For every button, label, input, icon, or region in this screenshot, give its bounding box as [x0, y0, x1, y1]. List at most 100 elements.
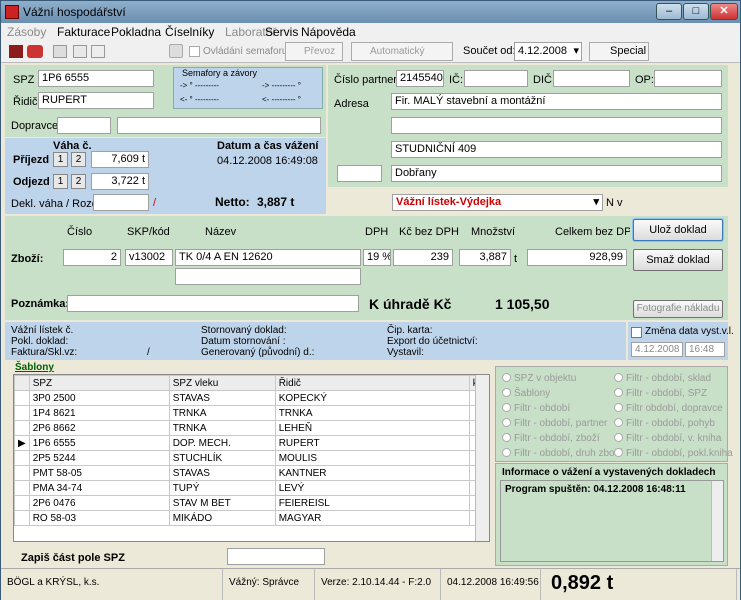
filter-option[interactable]: Šablony: [502, 388, 550, 399]
op-label: OP:: [635, 74, 654, 86]
goods-kc-input[interactable]: 239: [393, 249, 453, 266]
dic-label: DIČ:: [533, 74, 555, 86]
spz-input[interactable]: 1P6 6555: [38, 70, 154, 87]
dekl-input[interactable]: [93, 194, 149, 211]
dopravce-code-input[interactable]: [57, 117, 111, 134]
prijezd-scale1-button[interactable]: 1: [53, 152, 68, 167]
prijezd-weight[interactable]: 7,609 t: [91, 151, 149, 168]
minimize-button[interactable]: –: [656, 3, 682, 20]
semafor-checkbox[interactable]: [189, 46, 200, 57]
automaticky-provoz-button[interactable]: Automatický provoz: [351, 42, 453, 74]
table-row[interactable]: PMA 34-74 TUPÝ LEVÝ: [14, 480, 482, 496]
dic-input[interactable]: [553, 70, 630, 87]
goods-nazev2-input[interactable]: [175, 268, 361, 285]
zmena-date-input[interactable]: 4.12.2008: [631, 342, 683, 357]
doc-type-select[interactable]: Vážní lístek-Výdejka ▾: [392, 194, 603, 211]
prijezd-label: Příjezd: [13, 154, 50, 166]
ic-input[interactable]: [464, 70, 528, 87]
cislo-partnera-input[interactable]: 2145540: [396, 70, 444, 87]
table-row[interactable]: 2P5 5244 STUCHLÍK MOULIS: [14, 450, 482, 466]
calculator-icon[interactable]: [53, 45, 67, 58]
chevron-down-icon: ▾: [593, 196, 599, 208]
doc-type-suffix: N v: [606, 197, 623, 209]
table-row[interactable]: 3P0 2500 STAVAS KOPECKÝ: [14, 390, 482, 406]
menu-napoveda[interactable]: Nápověda: [301, 25, 356, 39]
menu-ciselniky[interactable]: Číselníky: [165, 25, 214, 39]
table-row-selected[interactable]: ▶ 1P6 6555 DOP. MECH. RUPERT: [14, 435, 482, 451]
filter-option[interactable]: Filtr - období, sklad: [614, 373, 711, 384]
special-button[interactable]: Special: [589, 42, 649, 61]
maximize-button[interactable]: □: [683, 3, 709, 20]
info-lbl: Vážní lístek č.: [11, 325, 74, 336]
ridic-input[interactable]: RUPERT: [38, 92, 154, 109]
col-ridic[interactable]: Řidič: [274, 375, 470, 391]
filter-option[interactable]: Filtr - období: [502, 403, 570, 414]
goods-skp-input[interactable]: v13002: [125, 249, 173, 266]
smaz-doklad-button[interactable]: Smaž doklad: [633, 249, 723, 271]
menu-pokladna[interactable]: Pokladna: [111, 25, 161, 39]
truck-icon[interactable]: [27, 45, 43, 58]
table-row[interactable]: PMT 58-05 STAVAS KANTNER: [14, 465, 482, 481]
menu-servis[interactable]: Servis: [265, 25, 298, 39]
address-line-2[interactable]: [391, 117, 722, 134]
filter-option[interactable]: Filtr - období, druh zboží: [502, 448, 622, 459]
status-weight: 0,892 t: [541, 569, 737, 600]
soucet-date-picker[interactable]: 4.12.2008 ▾: [514, 42, 582, 61]
odjezd-scale1-button[interactable]: 1: [53, 174, 68, 189]
prevoz-button[interactable]: Převoz: [285, 42, 343, 61]
zmena-time-input[interactable]: 16:48: [685, 342, 725, 357]
table-row[interactable]: 2P6 0476 STAV M BET FEIEREISL: [14, 495, 482, 511]
semafor-line: <- --------- °: [262, 95, 301, 104]
menu-zasoby[interactable]: Zásoby: [7, 25, 46, 39]
chart-icon[interactable]: [9, 45, 23, 58]
filter-option[interactable]: Filtr - období, SPZ: [614, 388, 707, 399]
odjezd-weight[interactable]: 3,722 t: [91, 173, 149, 190]
zmena-data-checkbox[interactable]: [631, 327, 642, 338]
filter-option[interactable]: Filtr - období, pokl.kniha: [614, 448, 733, 459]
goods-celkem-input[interactable]: 928,99: [527, 249, 627, 266]
netto-label: Netto:: [215, 195, 250, 209]
goods-nazev-input[interactable]: TK 0/4 A EN 12620: [175, 249, 361, 266]
uloz-doklad-button[interactable]: Ulož doklad: [633, 219, 723, 241]
filter-option[interactable]: Filtr - období, partner: [502, 418, 607, 429]
table-row[interactable]: RO 58-03 MIKÁDO MAGYAR: [14, 510, 482, 526]
odjezd-scale2-button[interactable]: 2: [71, 174, 86, 189]
poznamka-input[interactable]: [67, 295, 359, 312]
menu-fakturace[interactable]: Fakturace: [57, 25, 110, 39]
infobox-scrollbar[interactable]: [711, 481, 723, 561]
fotografie-button[interactable]: Fotografie nákladu: [633, 300, 723, 318]
filter-option[interactable]: Filtr - období, v. kniha: [614, 433, 721, 444]
row-indicator-header: [14, 375, 30, 391]
datum-value: 04.12.2008 16:49:08: [217, 155, 318, 167]
datum-label: Datum a čas vážení: [217, 140, 319, 152]
address-line-3[interactable]: STUDNIČNÍ 409: [391, 141, 722, 158]
col-dph: DPH: [365, 226, 389, 238]
filter-option[interactable]: Filtr - období, pohyb: [614, 418, 715, 429]
grid-icon[interactable]: [73, 45, 87, 58]
goods-cislo-input[interactable]: 2: [63, 249, 121, 266]
filter-panel: SPZ v objektu Šablony Filtr - období Fil…: [495, 366, 733, 462]
filter-option[interactable]: Filtr období, dopravce: [614, 403, 723, 414]
chevron-down-icon: ▾: [573, 45, 579, 57]
goods-mnozstvi-input[interactable]: 3,887: [459, 249, 511, 266]
grid-scrollbar[interactable]: [475, 375, 489, 541]
printer-icon: [169, 44, 183, 58]
close-button[interactable]: ✕: [710, 3, 738, 20]
prijezd-scale2-button[interactable]: 2: [71, 152, 86, 167]
psc-input[interactable]: [337, 165, 382, 182]
doc-icon[interactable]: [91, 45, 105, 58]
table-row[interactable]: 1P4 8621 TRNKA TRNKA: [14, 405, 482, 421]
col-spz-vleku[interactable]: SPZ vleku: [168, 375, 276, 391]
col-spz[interactable]: SPZ: [28, 375, 170, 391]
address-line-1[interactable]: Fir. MALÝ stavební a montážní: [391, 93, 722, 110]
address-line-4[interactable]: Dobřany: [391, 165, 722, 182]
semafor-label: Ovládání semaforu: [203, 46, 288, 57]
k-uhrade-value: 1 105,50: [495, 296, 550, 312]
op-input[interactable]: [654, 70, 722, 87]
zapis-input[interactable]: [227, 548, 325, 565]
table-row[interactable]: 2P6 8662 TRNKA LEHEŇ: [14, 420, 482, 436]
goods-dph-input[interactable]: 19 %: [363, 249, 391, 266]
filter-option[interactable]: SPZ v objektu: [502, 373, 576, 384]
filter-option[interactable]: Filtr - období, zboží: [502, 433, 600, 444]
dopravce-name-input[interactable]: [117, 117, 321, 134]
